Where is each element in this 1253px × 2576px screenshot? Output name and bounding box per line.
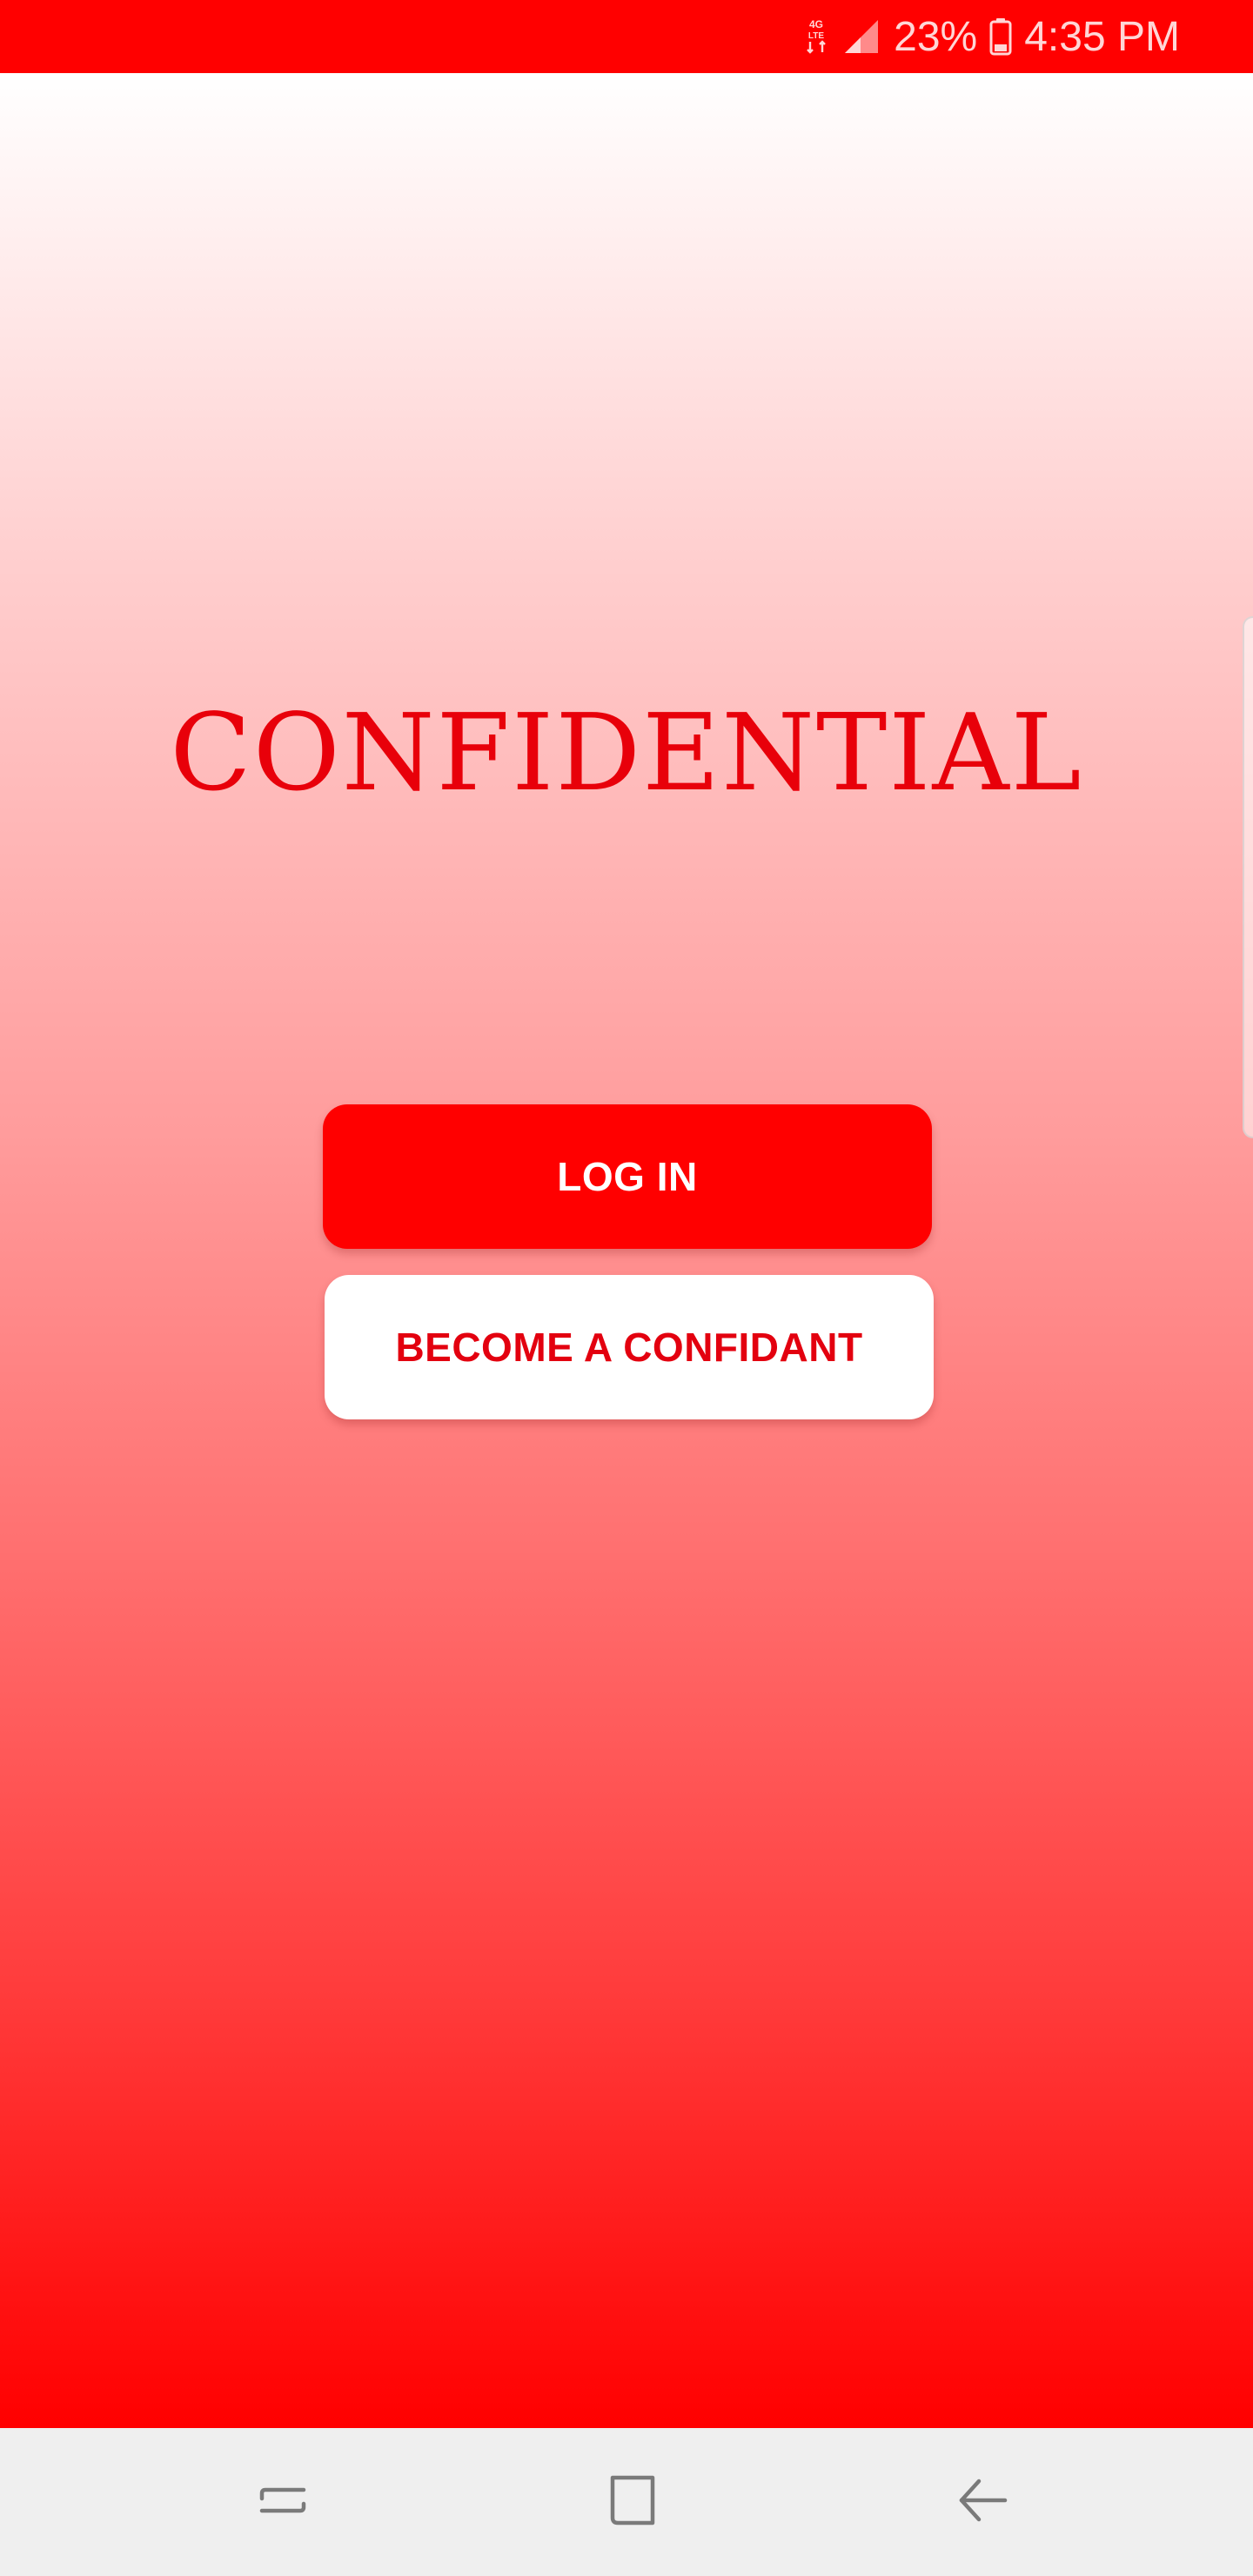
- signal-icon: [841, 18, 881, 55]
- recents-button[interactable]: [213, 2428, 352, 2576]
- back-button[interactable]: [913, 2428, 1052, 2576]
- clock: 4:35 PM: [1024, 13, 1180, 60]
- status-bar: 4G LTE 23% 4:35 PM: [0, 0, 1253, 73]
- log-in-button[interactable]: LOG IN: [323, 1104, 932, 1249]
- recents-icon: [255, 2472, 311, 2532]
- battery-percentage: 23%: [894, 13, 978, 60]
- network-4g-lte-icon: 4G LTE: [803, 17, 829, 56]
- welcome-screen: CONFIDENTIAL LOG IN BECOME A CONFIDANT: [0, 73, 1253, 2428]
- home-icon: [604, 2472, 660, 2532]
- back-icon: [955, 2472, 1010, 2532]
- become-a-confidant-button[interactable]: BECOME A CONFIDANT: [325, 1275, 934, 1419]
- edge-panel-handle[interactable]: [1243, 616, 1253, 1138]
- battery-icon: [989, 17, 1012, 56]
- svg-text:LTE: LTE: [808, 31, 824, 41]
- app-title: CONFIDENTIAL: [170, 691, 1083, 815]
- status-indicators: 4G LTE 23% 4:35 PM: [803, 0, 1180, 73]
- home-button[interactable]: [562, 2428, 701, 2576]
- navigation-bar: [0, 2428, 1253, 2576]
- svg-text:4G: 4G: [809, 18, 823, 30]
